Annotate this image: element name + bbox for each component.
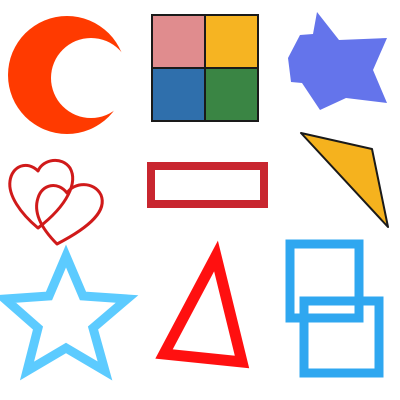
rectangle-outline xyxy=(147,162,268,208)
yellow-triangle xyxy=(300,132,389,228)
shapes-svg xyxy=(0,12,389,381)
overlapping-squares xyxy=(285,239,384,378)
four-color-square-bottom-left xyxy=(152,68,205,121)
triangle-outline xyxy=(155,240,250,369)
four-color-square-top-left xyxy=(152,15,205,68)
star-outline xyxy=(0,244,139,381)
four-color-square xyxy=(151,14,259,122)
four-color-square-bottom-right xyxy=(205,68,258,121)
shapes-canvas xyxy=(0,0,400,400)
heart-left xyxy=(8,159,75,230)
crescent-moon xyxy=(8,16,126,134)
square-front xyxy=(299,296,384,378)
double-hearts xyxy=(8,159,104,246)
six-pointed-star xyxy=(288,12,387,110)
four-color-square-top-right xyxy=(205,15,258,68)
